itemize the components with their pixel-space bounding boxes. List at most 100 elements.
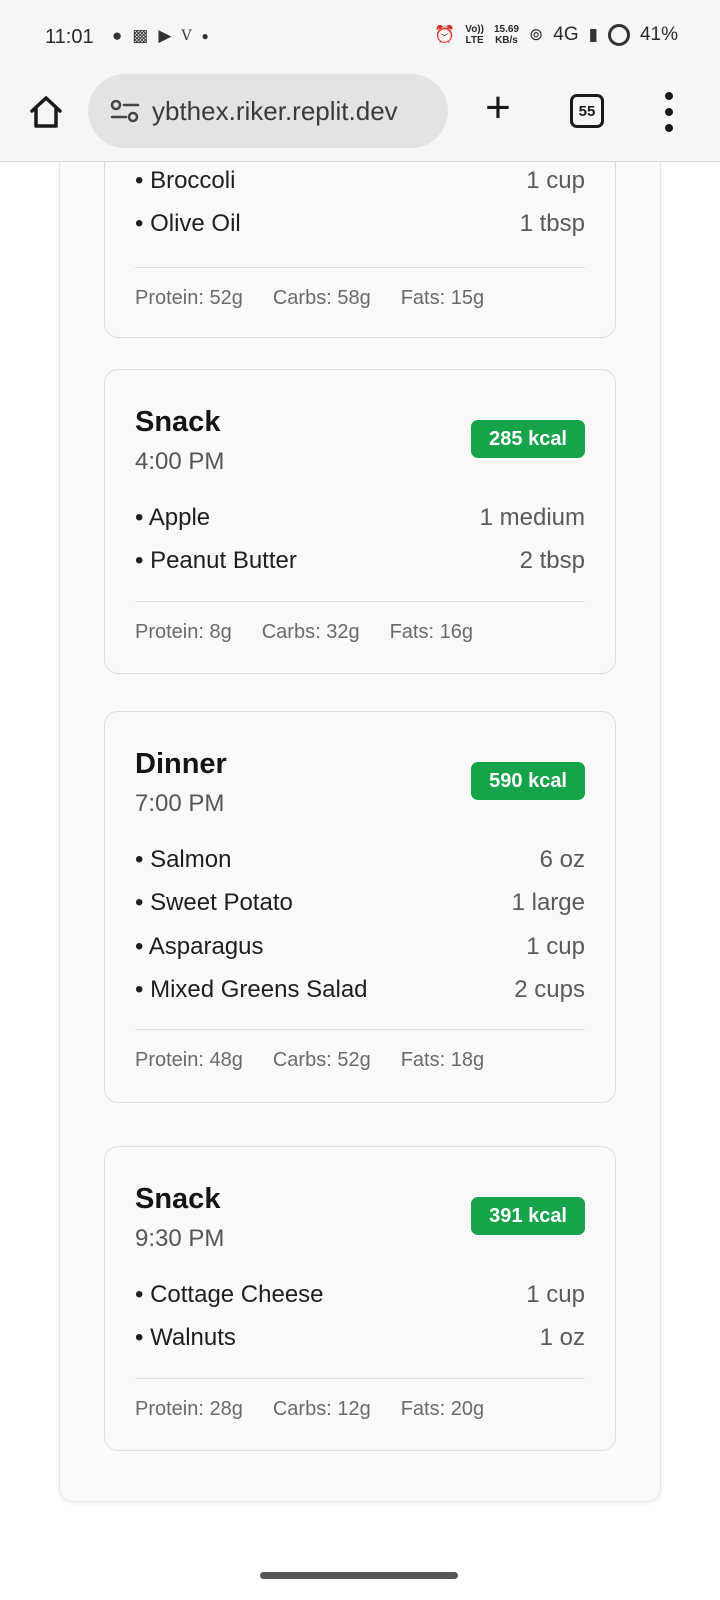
dot-icon: ●: [201, 29, 209, 43]
tab-count: 55: [578, 102, 596, 120]
macros-summary: Protein: 48g Carbs: 52g Fats: 18g: [135, 1049, 484, 1072]
food-name: Walnuts: [135, 1324, 236, 1352]
battery-icon: [607, 24, 630, 46]
macros-summary: Protein: 52g Carbs: 58g Fats: 15g: [135, 287, 484, 310]
calorie-badge: 391 kcal: [471, 1197, 585, 1235]
macro-carbs: Carbs: 52g: [272, 1049, 371, 1071]
net-speed-value: 15.69: [493, 24, 519, 35]
macro-fats: Fats: 16g: [389, 621, 473, 643]
divider: [135, 267, 585, 268]
macro-protein: Protein: 48g: [135, 1049, 243, 1071]
food-item: Apple 1 medium: [135, 496, 585, 540]
meal-card: Dinner 7:00 PM 590 kcal Salmon 6 oz Swee…: [104, 711, 616, 1103]
home-button[interactable]: [24, 90, 68, 134]
net-speed-unit: KB/s: [495, 35, 518, 46]
teams-icon: ▩: [132, 26, 149, 45]
new-tab-button[interactable]: +: [478, 86, 518, 130]
status-right: ⏰ Vo)) LTE 15.69 KB/s ⊚ 4G ▮ 41%: [434, 24, 678, 46]
volte-indicator: Vo)) LTE: [465, 24, 484, 46]
food-item: Cottage Cheese 1 cup: [135, 1273, 585, 1317]
food-item: Mixed Greens Salad 2 cups: [135, 969, 585, 1013]
food-item: Sweet Potato 1 large: [135, 882, 585, 926]
calorie-badge: 285 kcal: [471, 420, 585, 458]
volte-bottom: LTE: [465, 35, 484, 46]
meal-time: 4:00 PM: [135, 448, 225, 475]
macro-protein: Protein: 28g: [135, 1398, 243, 1420]
macro-carbs: Carbs: 58g: [272, 287, 371, 309]
tab-switcher-button[interactable]: 55: [570, 94, 604, 128]
browser-toolbar: ybthex.riker.replit.dev + 55: [0, 72, 720, 162]
food-name: Apple: [135, 504, 210, 532]
home-icon: [30, 96, 62, 128]
macro-protein: Protein: 8g: [135, 621, 232, 643]
food-item: Olive Oil 1 tbsp: [135, 203, 585, 247]
food-name: Sweet Potato: [135, 889, 293, 917]
divider: [135, 1029, 585, 1030]
hotspot-icon: ⊚: [529, 25, 544, 44]
food-quantity: 1 tbsp: [519, 210, 585, 238]
network-type: 4G: [553, 24, 579, 45]
food-list: Salmon 6 oz Sweet Potato 1 large Asparag…: [135, 838, 585, 1012]
macro-fats: Fats: 15g: [400, 287, 485, 309]
chat-icon: ●: [112, 26, 123, 45]
macros-summary: Protein: 28g Carbs: 12g Fats: 20g: [135, 1398, 484, 1421]
gesture-navigation-bar[interactable]: [260, 1572, 458, 1579]
food-quantity: 1 cup: [526, 166, 585, 194]
food-quantity: 2 tbsp: [519, 547, 585, 575]
site-settings-icon[interactable]: [110, 99, 140, 123]
status-time: 11:01: [45, 26, 94, 48]
food-item: Asparagus 1 cup: [135, 925, 585, 969]
meal-name: Snack: [135, 1183, 221, 1215]
meal-card: Snack 4:00 PM 285 kcal Apple 1 medium Pe…: [104, 369, 616, 674]
battery-level: 41%: [639, 24, 678, 45]
page-content[interactable]: Broccoli 1 cup Olive Oil 1 tbsp Protein:…: [0, 162, 720, 1600]
macro-fats: Fats: 20g: [400, 1398, 485, 1420]
food-name: Cottage Cheese: [135, 1281, 323, 1309]
food-name: Salmon: [135, 846, 231, 874]
volte-top: Vo)): [465, 24, 484, 35]
meal-time: 9:30 PM: [135, 1225, 225, 1252]
address-bar[interactable]: ybthex.riker.replit.dev: [88, 74, 448, 148]
food-name: Asparagus: [135, 933, 264, 961]
food-name: Mixed Greens Salad: [135, 976, 367, 1004]
food-item: Broccoli 1 cup: [135, 162, 585, 203]
divider: [135, 601, 585, 602]
plus-icon: +: [485, 83, 511, 132]
youtube-icon: ▶: [158, 26, 172, 45]
macro-fats: Fats: 18g: [400, 1049, 485, 1071]
macro-protein: Protein: 52g: [135, 287, 243, 309]
menu-dot-icon: [665, 108, 673, 116]
macro-carbs: Carbs: 12g: [272, 1398, 371, 1420]
food-list: Apple 1 medium Peanut Butter 2 tbsp: [135, 496, 585, 583]
notification-icons: ● ▩ ▶ V ●: [112, 26, 209, 46]
food-item: Salmon 6 oz: [135, 838, 585, 882]
meal-time: 7:00 PM: [135, 790, 225, 817]
food-quantity: 1 large: [511, 889, 585, 917]
food-quantity: 1 medium: [479, 503, 585, 531]
meal-card: Snack 9:30 PM 391 kcal Cottage Cheese 1 …: [104, 1146, 616, 1451]
food-quantity: 6 oz: [539, 845, 585, 873]
food-list: Broccoli 1 cup Olive Oil 1 tbsp: [135, 162, 585, 246]
macro-carbs: Carbs: 32g: [261, 621, 360, 643]
macros-summary: Protein: 8g Carbs: 32g Fats: 16g: [135, 621, 473, 644]
menu-dot-icon: [665, 92, 673, 100]
alarm-icon: ⏰: [434, 25, 456, 44]
meal-card: Broccoli 1 cup Olive Oil 1 tbsp Protein:…: [104, 162, 616, 338]
meal-name: Dinner: [135, 748, 227, 780]
food-quantity: 1 cup: [526, 932, 585, 960]
food-quantity: 1 cup: [526, 1280, 585, 1308]
meal-name: Snack: [135, 406, 221, 438]
food-quantity: 2 cups: [514, 976, 585, 1004]
url-text: ybthex.riker.replit.dev: [152, 95, 398, 126]
overflow-menu-button[interactable]: [664, 92, 674, 132]
status-bar: 11:01 ● ▩ ▶ V ● ⏰ Vo)) LTE 15.69 KB/s ⊚ …: [0, 0, 720, 72]
menu-dot-icon: [665, 124, 673, 132]
food-quantity: 1 oz: [539, 1324, 585, 1352]
food-name: Peanut Butter: [135, 547, 297, 575]
food-name: Broccoli: [135, 167, 235, 195]
food-item: Walnuts 1 oz: [135, 1317, 585, 1361]
signal-icon: ▮: [588, 25, 598, 44]
food-item: Peanut Butter 2 tbsp: [135, 540, 585, 584]
food-name: Olive Oil: [135, 210, 241, 238]
calorie-badge: 590 kcal: [471, 762, 585, 800]
